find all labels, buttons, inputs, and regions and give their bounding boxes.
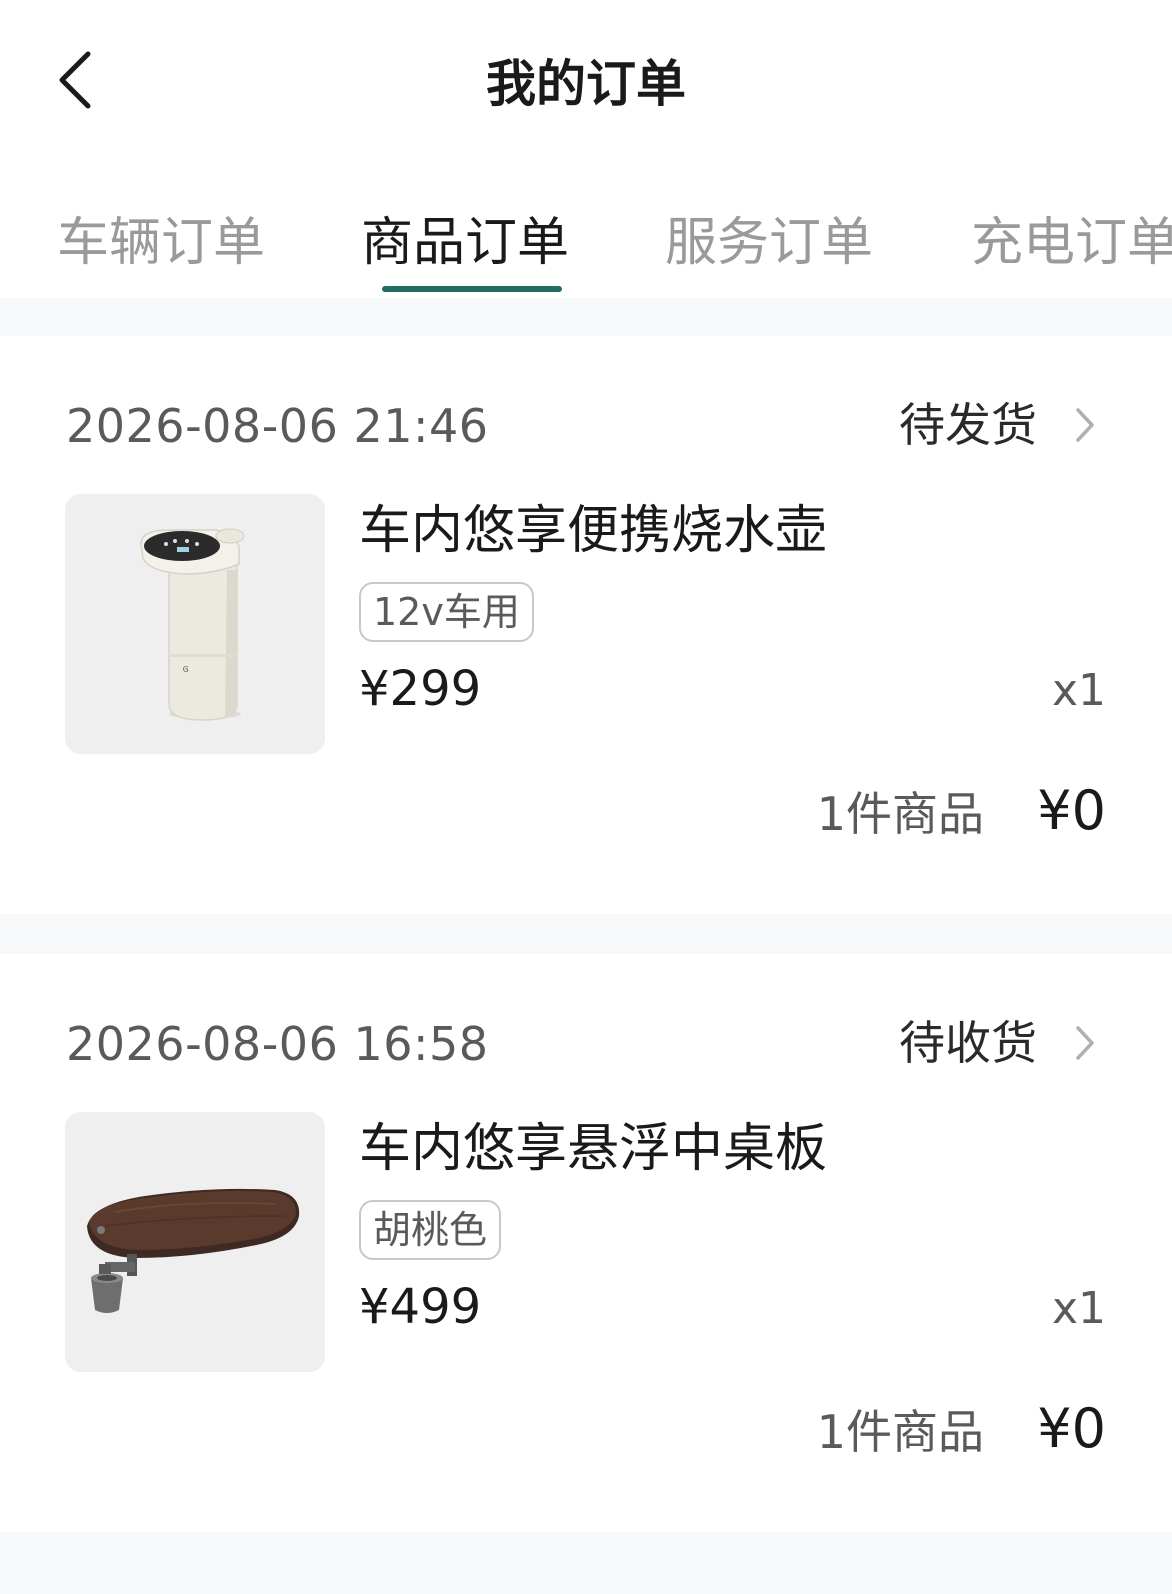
chevron-right-icon[interactable] [1070,400,1100,450]
chevron-right-icon[interactable] [1070,1018,1100,1068]
page-title: 我的订单 [486,55,686,113]
tab-vehicle-orders[interactable]: 车辆订单 [57,208,265,278]
order-time: 2026-08-06 16:58 [66,1017,489,1071]
active-tab-indicator [382,286,562,292]
product-price: ¥499 [359,1279,482,1335]
order-time: 2026-08-06 21:46 [66,399,489,453]
tab-charging-orders[interactable]: 充电订单 [971,208,1172,278]
order-total: ¥0 [1037,779,1106,842]
order-status: 待收货 [899,1016,1037,1070]
product-thumbnail[interactable]: Ꮆ [65,494,325,754]
order-total: ¥0 [1037,1397,1106,1460]
product-quantity: x1 [1051,665,1106,716]
item-count: 1件商品 [816,1405,984,1459]
product-name: 车内悠享悬浮中桌板 [359,1119,828,1179]
item-count: 1件商品 [816,787,984,841]
product-quantity: x1 [1051,1283,1106,1334]
tab-product-orders[interactable]: 商品订单 [361,208,569,278]
product-price: ¥299 [359,661,482,717]
order-status: 待发货 [899,398,1037,452]
product-thumbnail[interactable] [65,1112,325,1372]
variant-tag: 胡桃色 [359,1200,502,1260]
order-card[interactable]: 2026-08-06 16:58 待收货 车内悠享悬浮中桌板 胡桃色 ¥499 … [0,954,1172,1532]
tab-service-orders[interactable]: 服务订单 [665,208,873,278]
orders-page: 我的订单 车辆订单 商品订单 服务订单 充电订单 2026-08-06 21:4… [0,0,1172,1594]
header-bar: 我的订单 [0,0,1172,170]
svg-text:Ꮆ: Ꮆ [183,665,189,674]
order-card[interactable]: 2026-08-06 21:46 待发货 Ꮆ 车内悠享便携烧水壶 12v车用 ¥… [0,336,1172,914]
variant-tag: 12v车用 [359,582,534,642]
product-name: 车内悠享便携烧水壶 [359,501,828,561]
portable-kettle-image: Ꮆ [65,494,325,754]
floating-table-image [65,1112,325,1372]
order-tabs: 车辆订单 商品订单 服务订单 充电订单 [0,170,1172,298]
